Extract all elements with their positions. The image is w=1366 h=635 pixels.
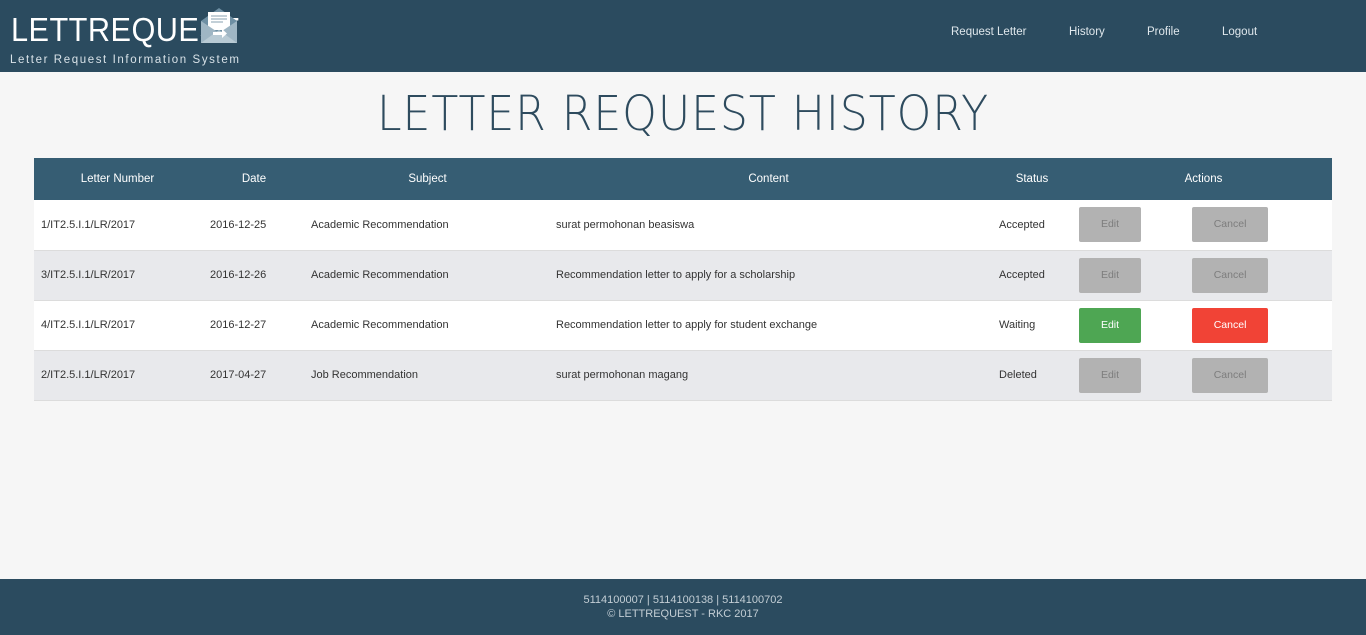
table-row: 4/IT2.5.I.1/LR/2017 2016-12-27 Academic … [34,300,1332,350]
cell-status: Accepted [999,218,1045,231]
cell-date: 2017-04-27 [210,369,267,381]
cell-status: Deleted [999,369,1037,381]
cell-subject: Academic Recommendation [311,218,449,231]
cell-subject: Job Recommendation [311,369,419,381]
footer: 5114100007 | 5114100138 | 5114100702 © L… [0,579,1366,635]
footer-ids: 5114100007 | 5114100138 | 5114100702 [583,594,783,606]
cell-content: Recommendation letter to apply for stude… [556,319,818,331]
edit-button[interactable]: Edit [1079,207,1141,243]
cell-status: Accepted [999,269,1045,281]
header-status: Status [1015,173,1049,185]
table-body: 1/IT2.5.I.1/LR/2017 2016-12-25 Academic … [34,200,1332,400]
top-navbar: LETTREQUEST Letter Request Information S… [0,0,1366,72]
cancel-button[interactable]: Cancel [1192,357,1269,393]
edit-button[interactable]: Edit [1079,307,1141,343]
cell-content: surat permohonan beasiswa [556,218,695,231]
brand-tagline: Letter Request Information System [10,54,241,66]
cell-letter-number: 4/IT2.5.I.1/LR/2017 [41,319,136,331]
cell-subject: Academic Recommendation [311,269,449,281]
header-date: Date [241,173,267,185]
cell-content: surat permohonan magang [556,369,689,381]
cell-date: 2016-12-26 [210,269,267,281]
edit-button[interactable]: Edit [1079,257,1141,293]
cell-actions: Edit Cancel [1075,200,1332,250]
nav-history[interactable]: History [1069,26,1105,38]
cancel-button[interactable]: Cancel [1192,207,1269,243]
cell-status: Waiting [999,319,1036,331]
header-letter-number: Letter Number [80,173,155,185]
envelope-icon [201,8,237,43]
header-actions: Actions [1184,173,1223,185]
edit-button[interactable]: Edit [1079,357,1141,393]
header-subject: Subject [408,173,447,185]
page-title: LETTER REQUEST HISTORY [376,86,989,142]
table-row: 3/IT2.5.I.1/LR/2017 2016-12-26 Academic … [34,250,1332,300]
cell-letter-number: 1/IT2.5.I.1/LR/2017 [41,218,136,231]
cancel-button[interactable]: Cancel [1192,307,1269,343]
cell-date: 2016-12-25 [210,218,267,231]
cell-letter-number: 3/IT2.5.I.1/LR/2017 [41,269,136,281]
nav-request-letter[interactable]: Request Letter [951,26,1026,38]
cell-letter-number: 2/IT2.5.I.1/LR/2017 [41,369,136,381]
cancel-button[interactable]: Cancel [1192,257,1269,293]
cell-date: 2016-12-27 [210,319,267,331]
table-row: 2/IT2.5.I.1/LR/2017 2017-04-27 Job Recom… [34,350,1332,400]
nav-logout[interactable]: Logout [1222,26,1257,38]
cell-actions: Edit Cancel [1075,300,1332,350]
table-header: Letter Number Date Subject Content Statu… [34,158,1332,200]
cell-subject: Academic Recommendation [311,319,449,331]
cell-content: Recommendation letter to apply for a sch… [556,269,796,281]
cell-actions: Edit Cancel [1075,350,1332,400]
cell-actions: Edit Cancel [1075,250,1332,300]
footer-copyright: © LETTREQUEST - RKC 2017 [607,608,759,620]
history-table: Letter Number Date Subject Content Statu… [34,158,1332,401]
nav-profile[interactable]: Profile [1147,26,1180,38]
header-content: Content [748,173,789,185]
table-row: 1/IT2.5.I.1/LR/2017 2016-12-25 Academic … [34,200,1332,250]
